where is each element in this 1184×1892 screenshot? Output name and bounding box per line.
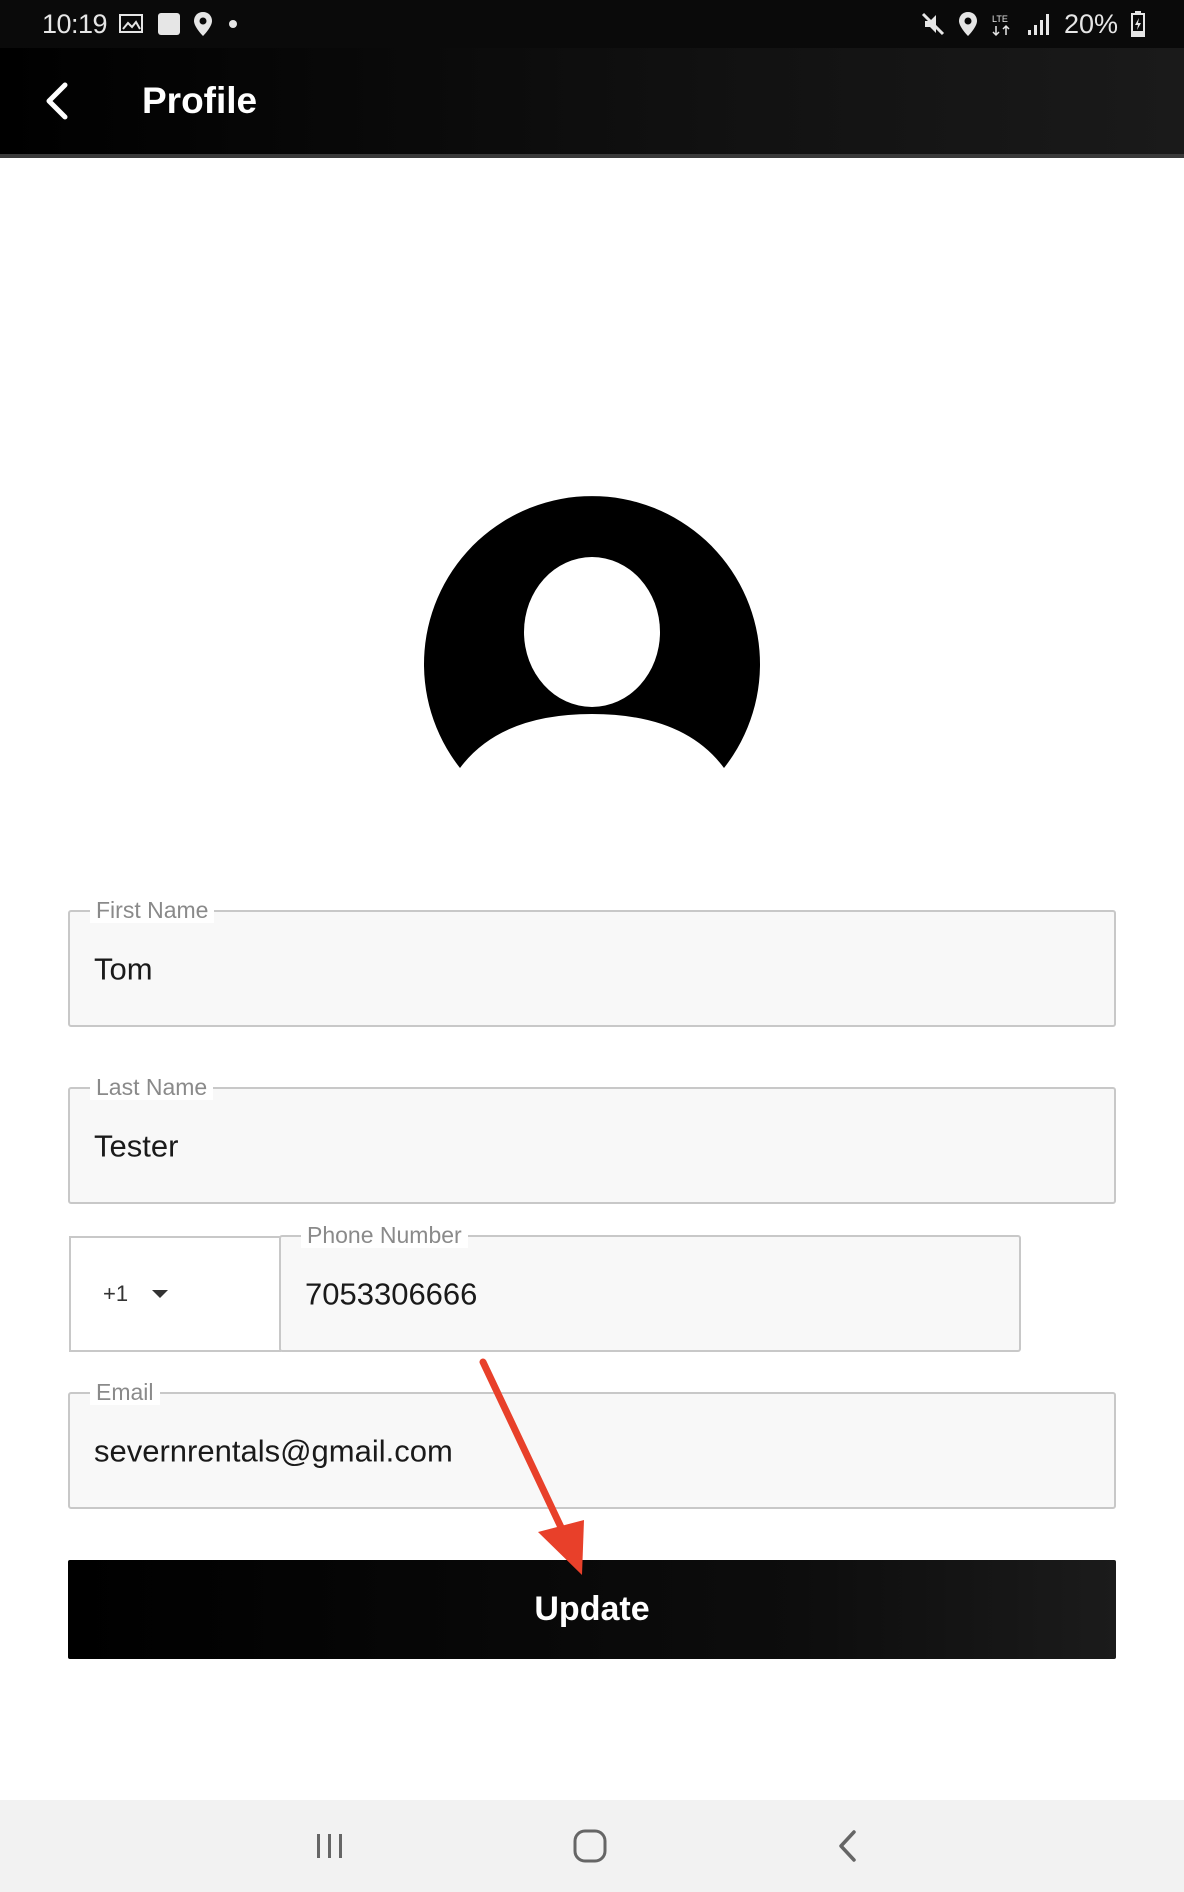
status-time: 10:19 <box>42 8 108 39</box>
phone-number-label: Phone Number <box>301 1222 468 1248</box>
country-code-value: +1 <box>103 1281 129 1306</box>
email-field[interactable]: Email severnrentals@gmail.com <box>68 1379 1116 1509</box>
recents-icon <box>317 1834 342 1858</box>
recents-button[interactable] <box>270 1800 390 1892</box>
first-name-label: First Name <box>90 897 215 923</box>
nav-back-button[interactable] <box>788 1800 908 1892</box>
back-button[interactable] <box>0 46 112 156</box>
last-name-input[interactable]: Tester <box>94 1128 1090 1164</box>
chevron-left-icon <box>46 82 68 120</box>
email-input[interactable]: severnrentals@gmail.com <box>94 1433 1090 1469</box>
status-left: 10:19 <box>42 9 241 40</box>
mute-icon <box>920 11 946 37</box>
phone-number-input[interactable]: 7053306666 <box>305 1276 995 1312</box>
avatar[interactable] <box>424 496 760 772</box>
gallery-icon <box>119 13 145 35</box>
first-name-field[interactable]: First Name Tom <box>68 897 1116 1027</box>
back-icon <box>839 1830 856 1862</box>
country-code-select[interactable]: +1 <box>69 1236 281 1352</box>
battery-percent: 20% <box>1063 8 1118 39</box>
battery-icon <box>1130 10 1146 38</box>
last-name-label: Last Name <box>90 1074 214 1100</box>
home-button[interactable] <box>530 1800 650 1892</box>
lte-icon: LTE <box>990 11 1014 37</box>
status-right: LTE 20% <box>920 9 1146 40</box>
user-avatar-icon <box>424 496 760 768</box>
status-bar: 10:19 LTE 20% <box>0 0 1184 48</box>
svg-text:LTE: LTE <box>992 14 1008 24</box>
signal-icon <box>1026 12 1052 36</box>
page-title: Profile <box>142 80 258 121</box>
first-name-input[interactable]: Tom <box>94 951 1090 987</box>
square-notification-icon <box>157 12 181 36</box>
dot-icon <box>225 16 241 32</box>
email-label: Email <box>90 1379 160 1405</box>
location-icon <box>193 11 213 37</box>
home-icon <box>573 1829 607 1863</box>
phone-number-field[interactable]: Phone Number 7053306666 <box>279 1222 1021 1352</box>
location-icon <box>958 11 978 37</box>
app-bar: Profile <box>0 48 1184 158</box>
system-nav-bar <box>0 1800 1184 1892</box>
dropdown-arrow-icon <box>152 1290 169 1298</box>
last-name-field[interactable]: Last Name Tester <box>68 1074 1116 1204</box>
update-button[interactable]: Update <box>68 1560 1116 1659</box>
